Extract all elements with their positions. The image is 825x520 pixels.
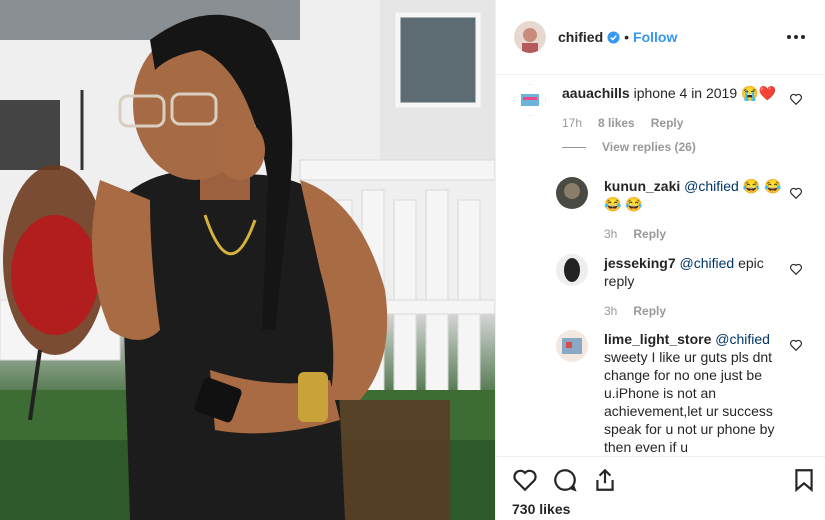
comment-text: iphone 4 in 2019 [633, 85, 738, 101]
commenter-username[interactable]: kunun_zaki [604, 178, 680, 194]
comment-body: kunun_zaki @chified 😂 😂 😂 😂 3h Reply [604, 177, 794, 243]
author-avatar[interactable] [514, 21, 546, 53]
reply-item: jesseking7 @chified epic reply 3h Reply [556, 254, 794, 320]
commenter-avatar[interactable] [514, 84, 546, 116]
more-icon[interactable] [783, 31, 809, 43]
reply-button[interactable]: Reply [633, 302, 666, 320]
comment-like-icon[interactable] [789, 262, 803, 276]
share-icon[interactable] [592, 467, 618, 493]
reply-button[interactable]: Reply [651, 114, 684, 132]
post-photo[interactable] [0, 0, 495, 520]
comment-mention[interactable]: @chified [684, 178, 739, 194]
comment-like-icon[interactable] [789, 338, 803, 352]
comment-icon[interactable] [552, 467, 578, 493]
author-username[interactable]: chified [558, 29, 603, 45]
comment-body: lime_light_store @chified sweety I like … [604, 330, 782, 456]
commenter-username[interactable]: aauachills [562, 85, 630, 101]
comment-mention[interactable]: @chified [680, 255, 735, 271]
commenter-avatar[interactable] [556, 254, 588, 286]
comment-time[interactable]: 3h [604, 225, 617, 243]
comment-mention[interactable]: @chified [715, 331, 770, 347]
comment-time[interactable]: 17h [562, 114, 582, 132]
view-replies-button[interactable]: View replies (26) [562, 140, 696, 154]
view-replies-label: View replies (26) [602, 140, 696, 154]
reply-item: lime_light_store @chified sweety I like … [556, 330, 782, 456]
post-side-panel: chified • Follow aauachills iphone 4 in … [495, 0, 825, 520]
comments-list[interactable]: aauachills iphone 4 in 2019 😭❤️ 17h 8 li… [496, 76, 825, 456]
reply-item: kunun_zaki @chified 😂 😂 😂 😂 3h Reply [556, 177, 794, 243]
comment-time[interactable]: 3h [604, 302, 617, 320]
comment-text: sweety I like ur guts pls dnt change for… [604, 349, 775, 455]
comment-likes[interactable]: 8 likes [598, 114, 635, 132]
comment-item: aauachills iphone 4 in 2019 😭❤️ 17h 8 li… [514, 84, 776, 132]
likes-count[interactable]: 730 likes [512, 501, 570, 517]
comment-like-icon[interactable] [789, 186, 803, 200]
follow-button[interactable]: Follow [633, 29, 677, 45]
post-actions-bar: 730 likes [496, 456, 825, 520]
post-header: chified • Follow [496, 0, 825, 75]
commenter-avatar[interactable] [556, 330, 588, 362]
verified-badge-icon [607, 30, 620, 44]
commenter-avatar[interactable] [556, 177, 588, 209]
post-photo-illustration [0, 0, 495, 520]
reply-button[interactable]: Reply [633, 225, 666, 243]
comment-like-icon[interactable] [789, 92, 803, 106]
comment-body: aauachills iphone 4 in 2019 😭❤️ 17h 8 li… [562, 84, 776, 132]
bookmark-icon[interactable] [791, 467, 817, 493]
comment-emoji: 😭❤️ [741, 85, 776, 101]
commenter-username[interactable]: jesseking7 [604, 255, 676, 271]
commenter-username[interactable]: lime_light_store [604, 331, 711, 347]
separator-dot: • [624, 29, 630, 45]
comment-body: jesseking7 @chified epic reply 3h Reply [604, 254, 794, 320]
heart-icon[interactable] [512, 467, 538, 493]
